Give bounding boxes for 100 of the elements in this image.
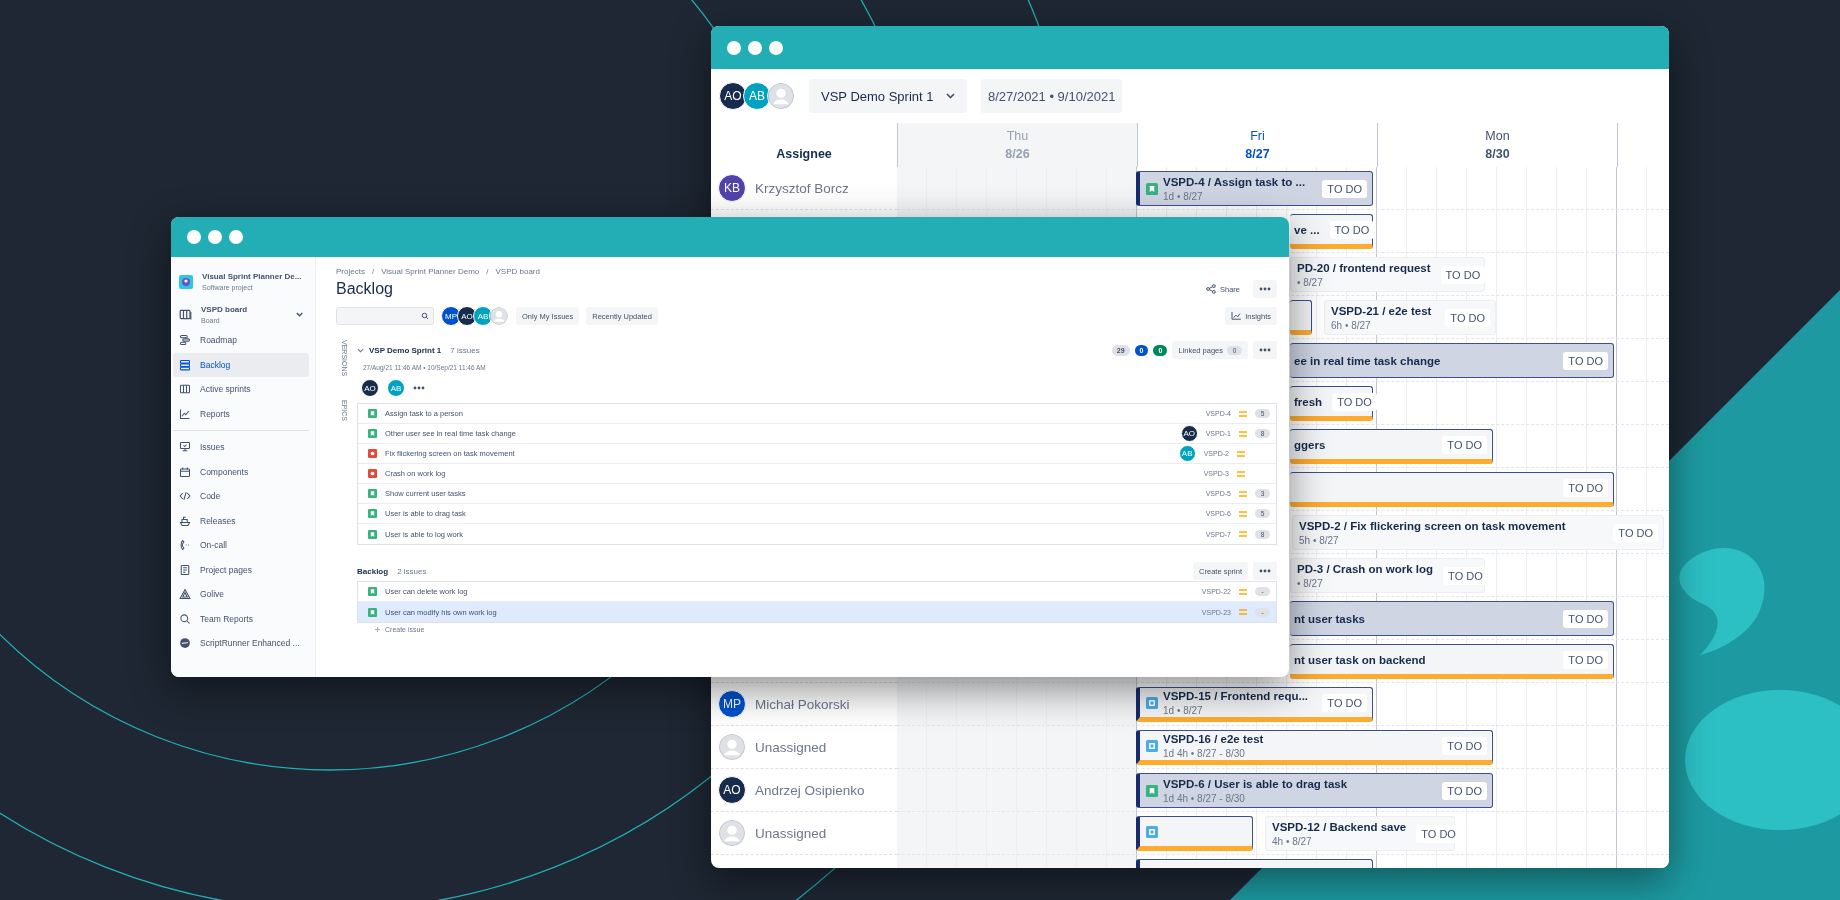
task-bar[interactable]: VSPD-6 / User is able to drag task 1d 4h • 8/27 - 8/30 TO DO xyxy=(1136,773,1493,808)
more-button[interactable] xyxy=(1253,280,1277,298)
breadcrumb[interactable]: Visual Sprint Planner Demo xyxy=(381,267,480,276)
priority-icon xyxy=(1237,470,1245,477)
priority-icon xyxy=(1239,588,1247,595)
avatar: AO xyxy=(457,306,477,326)
task-bar[interactable]: ee in real time task change TO DO xyxy=(1290,343,1614,378)
task-bar[interactable]: nt user task on backend TO DO xyxy=(1290,644,1614,679)
chevron-down-icon[interactable] xyxy=(357,346,364,354)
avatar: AO xyxy=(718,776,746,804)
date-label: 8/26 xyxy=(1005,147,1030,161)
status-label: TO DO xyxy=(1613,523,1658,542)
story-icon xyxy=(368,529,377,539)
column-heading: Assignee xyxy=(776,147,832,161)
task-bar[interactable]: ggers TO DO xyxy=(1290,429,1493,464)
story-icon xyxy=(1146,784,1158,797)
avatar: AB xyxy=(473,306,493,326)
status-label: TO DO xyxy=(1442,781,1487,800)
nav-item[interactable]: Project pages xyxy=(173,557,309,582)
user-avatar-icon xyxy=(718,733,746,761)
weekday-label: Fri xyxy=(1250,129,1265,143)
nav-item[interactable]: Components xyxy=(173,459,309,484)
sprint-dropdown[interactable]: VSP Demo Sprint 1 xyxy=(809,79,967,113)
task-icon xyxy=(1146,696,1158,709)
more-button[interactable] xyxy=(1253,562,1277,580)
status-label: TO DO xyxy=(1442,435,1487,454)
story-icon xyxy=(368,429,377,438)
task-title: ve ... xyxy=(1294,223,1320,236)
task-estimate: 1d 4h • 8/27 - 8/30 xyxy=(1163,792,1246,804)
priority-icon xyxy=(1239,531,1247,537)
task-icon xyxy=(1146,825,1158,838)
avatar: KB xyxy=(718,174,746,202)
chevron-down-icon xyxy=(296,312,303,317)
nav-item[interactable]: Reports xyxy=(173,401,309,426)
status-label: TO DO xyxy=(1563,351,1608,370)
story-icon xyxy=(368,607,377,617)
nav-item[interactable]: ScriptRunner Enhanced ... xyxy=(173,631,309,656)
plus-icon xyxy=(375,627,380,632)
task-bar[interactable] xyxy=(1290,300,1312,335)
avatar: AO xyxy=(1180,425,1198,442)
search-icon xyxy=(421,312,429,320)
avatar: MP xyxy=(441,306,461,326)
avatar: AB xyxy=(1178,445,1196,462)
task-bar[interactable]: VSPD-2 / Fix flickering screen on task movement 5h • 8/27 TO DO xyxy=(1292,515,1664,550)
task-estimate: 1d 4h • 8/27 - 8/30 xyxy=(1163,747,1246,759)
weekday-label: Thu xyxy=(1006,129,1029,143)
nav-item[interactable]: Code xyxy=(173,484,309,509)
nav-item[interactable]: Roadmap xyxy=(173,328,309,353)
search-field[interactable] xyxy=(336,307,434,325)
task-bar[interactable]: VSPD-21 / e2e test 6h • 8/27 TO DO xyxy=(1324,300,1496,335)
task-bar[interactable]: ve ... TO DO xyxy=(1290,214,1373,249)
breadcrumb[interactable]: Projects xyxy=(336,267,365,276)
user-avatar-icon xyxy=(767,82,795,110)
nav-item[interactable]: Golive xyxy=(173,582,309,607)
monitor-icon xyxy=(179,441,191,454)
roadmap-icon xyxy=(179,334,191,347)
task-title: nt user tasks xyxy=(1294,612,1365,625)
assignee-name: Krzysztof Borcz xyxy=(755,180,849,196)
nav-item[interactable]: Team Reports xyxy=(173,606,309,631)
task-bar[interactable]: PD-3 / Crash on work log • 8/27 TO DO xyxy=(1290,558,1485,593)
breadcrumb[interactable]: / xyxy=(486,267,489,276)
nav-item[interactable]: Issues xyxy=(173,435,309,460)
task-estimate: • 8/27 xyxy=(1297,577,1324,589)
backlog-heading: Backlog xyxy=(357,566,389,576)
task-bar[interactable]: VSPD-4 / Assign task to ... 1d • 8/27 TO DO xyxy=(1136,171,1373,206)
priority-icon xyxy=(1239,609,1247,615)
date-range: 8/27/2021 • 9/10/2021 xyxy=(981,79,1123,113)
priority-icon xyxy=(1239,410,1247,417)
task-bar[interactable]: VSPD-15 / Frontend requ... 1d • 8/27 TO DO xyxy=(1136,687,1373,722)
code-icon xyxy=(179,490,191,503)
date-label: 8/30 xyxy=(1485,147,1510,161)
task-bar[interactable]: PD-20 / frontend request • 8/27 TO DO xyxy=(1290,257,1485,292)
task-title: PD-20 / frontend request xyxy=(1297,261,1431,274)
weekday-label: Mon xyxy=(1485,129,1510,143)
status-label: TO DO xyxy=(1322,179,1367,198)
board-icon xyxy=(179,308,192,321)
triangle-icon xyxy=(179,588,191,601)
avatar: AB xyxy=(743,82,771,110)
chevron-down-icon xyxy=(946,93,955,99)
breadcrumb[interactable]: VSPD board xyxy=(495,267,540,276)
task-bar[interactable]: nt user tasks TO DO xyxy=(1290,601,1614,636)
status-label: TO DO xyxy=(1443,566,1488,585)
breadcrumb[interactable]: / xyxy=(371,267,375,276)
priority-icon xyxy=(1239,510,1247,517)
project-name: Visual Sprint Planner De... xyxy=(202,272,302,281)
story-icon xyxy=(368,409,377,418)
task-title: ggers xyxy=(1294,438,1326,451)
task-bar[interactable]: TO DO xyxy=(1290,472,1614,507)
task-bar[interactable]: VSPD-16 / e2e test 1d 4h • 8/27 - 8/30 TO DO xyxy=(1136,730,1493,765)
nav-item[interactable]: Releases xyxy=(173,508,309,533)
task-bar[interactable] xyxy=(1136,816,1253,851)
columns-icon xyxy=(179,383,191,396)
task-title: VSPD-16 / e2e test xyxy=(1163,732,1264,745)
nav-item[interactable]: Backlog xyxy=(173,352,309,377)
task-estimate: 4h • 8/27 xyxy=(1272,835,1313,847)
backlog-icon xyxy=(179,358,191,371)
more-button[interactable] xyxy=(1253,341,1277,359)
status-label: TO DO xyxy=(1563,650,1608,669)
nav-item[interactable]: On-call xyxy=(173,533,309,558)
nav-item[interactable]: Active sprints xyxy=(173,377,309,402)
